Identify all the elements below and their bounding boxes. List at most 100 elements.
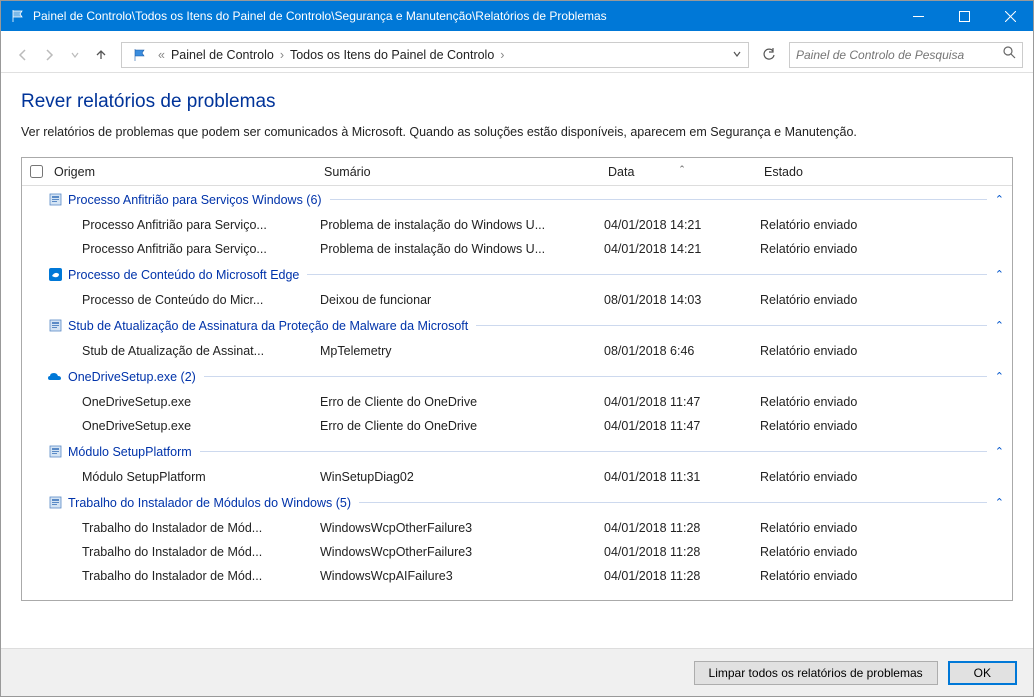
item-sumario: Problema de instalação do Windows U... [320,242,604,256]
group-line [204,376,987,377]
titlebar: Painel de Controlo\Todos os Itens do Pai… [1,1,1033,31]
item-data: 08/01/2018 6:46 [604,344,760,358]
column-origem[interactable]: Origem [50,165,320,179]
group-title: Stub de Atualização de Assinatura da Pro… [68,319,468,333]
group-title: Módulo SetupPlatform [68,445,192,459]
list-item[interactable]: Processo de Conteúdo do Micr...Deixou de… [22,288,1012,312]
list-item[interactable]: Trabalho do Instalador de Mód...WindowsW… [22,516,1012,540]
page-title: Rever relatórios de problemas [21,91,1013,113]
item-estado: Relatório enviado [760,395,992,409]
group-header[interactable]: Processo de Conteúdo do Microsoft Edge⌃ [22,261,1012,288]
item-data: 04/01/2018 11:31 [604,470,760,484]
item-data: 04/01/2018 11:47 [604,419,760,433]
item-data: 04/01/2018 14:21 [604,218,760,232]
item-estado: Relatório enviado [760,218,992,232]
group-icon [46,495,64,511]
minimize-button[interactable] [895,1,941,31]
item-origem: Módulo SetupPlatform [82,470,320,484]
list-item[interactable]: Processo Anfitrião para Serviço...Proble… [22,213,1012,237]
item-data: 08/01/2018 14:03 [604,293,760,307]
chevron-up-icon[interactable]: ⌃ [995,268,1012,281]
list-item[interactable]: Trabalho do Instalador de Mód...WindowsW… [22,540,1012,564]
item-sumario: MpTelemetry [320,344,604,358]
item-origem: OneDriveSetup.exe [82,395,320,409]
item-estado: Relatório enviado [760,470,992,484]
group-line [200,451,987,452]
search-icon[interactable] [1002,45,1016,64]
list-item[interactable]: Processo Anfitrião para Serviço...Proble… [22,237,1012,261]
close-button[interactable] [987,1,1033,31]
item-origem: Processo Anfitrião para Serviço... [82,242,320,256]
list-item[interactable]: Stub de Atualização de Assinat...MpTelem… [22,339,1012,363]
item-estado: Relatório enviado [760,242,992,256]
maximize-button[interactable] [941,1,987,31]
clear-all-button[interactable]: Limpar todos os relatórios de problemas [694,661,938,685]
toolbar: « Painel de Controlo › Todos os Itens do… [1,37,1033,73]
group-header[interactable]: Processo Anfitrião para Serviços Windows… [22,186,1012,213]
column-data[interactable]: ⌃Data [604,165,760,179]
group-icon [46,192,64,208]
chevron-right-icon: › [500,48,504,62]
item-estado: Relatório enviado [760,419,992,433]
column-sumario[interactable]: Sumário [320,165,604,179]
list-item[interactable]: OneDriveSetup.exeErro de Cliente do OneD… [22,414,1012,438]
window-title: Painel de Controlo\Todos os Itens do Pai… [33,9,895,23]
group-line [359,502,987,503]
recent-dropdown[interactable] [63,43,87,67]
group-line [330,199,987,200]
chevron-up-icon[interactable]: ⌃ [995,496,1012,509]
item-estado: Relatório enviado [760,545,992,559]
group-title: OneDriveSetup.exe (2) [68,370,196,384]
item-data: 04/01/2018 11:28 [604,545,760,559]
breadcrumb-item[interactable]: Todos os Itens do Painel de Controlo [290,48,494,62]
chevron-up-icon[interactable]: ⌃ [995,370,1012,383]
group-header[interactable]: Stub de Atualização de Assinatura da Pro… [22,312,1012,339]
group-header[interactable]: Trabalho do Instalador de Módulos do Win… [22,489,1012,516]
page-description: Ver relatórios de problemas que podem se… [21,125,1013,139]
item-estado: Relatório enviado [760,521,992,535]
search-box[interactable] [789,42,1023,68]
chevron-up-icon[interactable]: ⌃ [995,319,1012,332]
ok-button[interactable]: OK [948,661,1017,685]
breadcrumb-sep-icon: « [158,48,165,62]
breadcrumb-dropdown-icon[interactable] [732,48,742,62]
item-estado: Relatório enviado [760,344,992,358]
group-header[interactable]: OneDriveSetup.exe (2) ⌃ [22,363,1012,390]
item-origem: Processo de Conteúdo do Micr... [82,293,320,307]
group-icon [46,267,64,283]
chevron-up-icon[interactable]: ⌃ [995,193,1012,206]
item-sumario: WindowsWcpOtherFailure3 [320,545,604,559]
list-item[interactable]: Trabalho do Instalador de Mód...WindowsW… [22,564,1012,588]
item-estado: Relatório enviado [760,569,992,583]
group-header[interactable]: Módulo SetupPlatform ⌃ [22,438,1012,465]
search-input[interactable] [796,48,1002,62]
item-estado: Relatório enviado [760,293,992,307]
up-button[interactable] [89,43,113,67]
breadcrumb-item[interactable]: Painel de Controlo [171,48,274,62]
chevron-up-icon[interactable]: ⌃ [995,445,1012,458]
list-item[interactable]: OneDriveSetup.exeErro de Cliente do OneD… [22,390,1012,414]
problem-reports-list: Origem Sumário ⌃Data Estado Processo Anf… [21,157,1013,601]
list-body: Processo Anfitrião para Serviços Windows… [22,186,1012,588]
refresh-button[interactable] [757,43,781,67]
column-estado[interactable]: Estado [760,165,992,179]
group-icon [46,318,64,334]
group-line [307,274,986,275]
list-item[interactable]: Módulo SetupPlatformWinSetupDiag0204/01/… [22,465,1012,489]
back-button[interactable] [11,43,35,67]
sort-indicator-icon: ⌃ [678,164,686,175]
item-origem: Trabalho do Instalador de Mód... [82,569,320,583]
breadcrumb[interactable]: « Painel de Controlo › Todos os Itens do… [121,42,749,68]
group-title: Processo Anfitrião para Serviços Windows… [68,193,322,207]
item-sumario: Deixou de funcionar [320,293,604,307]
group-icon [46,369,64,385]
group-line [476,325,987,326]
item-origem: OneDriveSetup.exe [82,419,320,433]
forward-button[interactable] [37,43,61,67]
item-sumario: WinSetupDiag02 [320,470,604,484]
select-all-checkbox[interactable] [30,165,43,178]
item-data: 04/01/2018 11:28 [604,521,760,535]
item-data: 04/01/2018 11:47 [604,395,760,409]
item-sumario: Erro de Cliente do OneDrive [320,395,604,409]
item-origem: Stub de Atualização de Assinat... [82,344,320,358]
